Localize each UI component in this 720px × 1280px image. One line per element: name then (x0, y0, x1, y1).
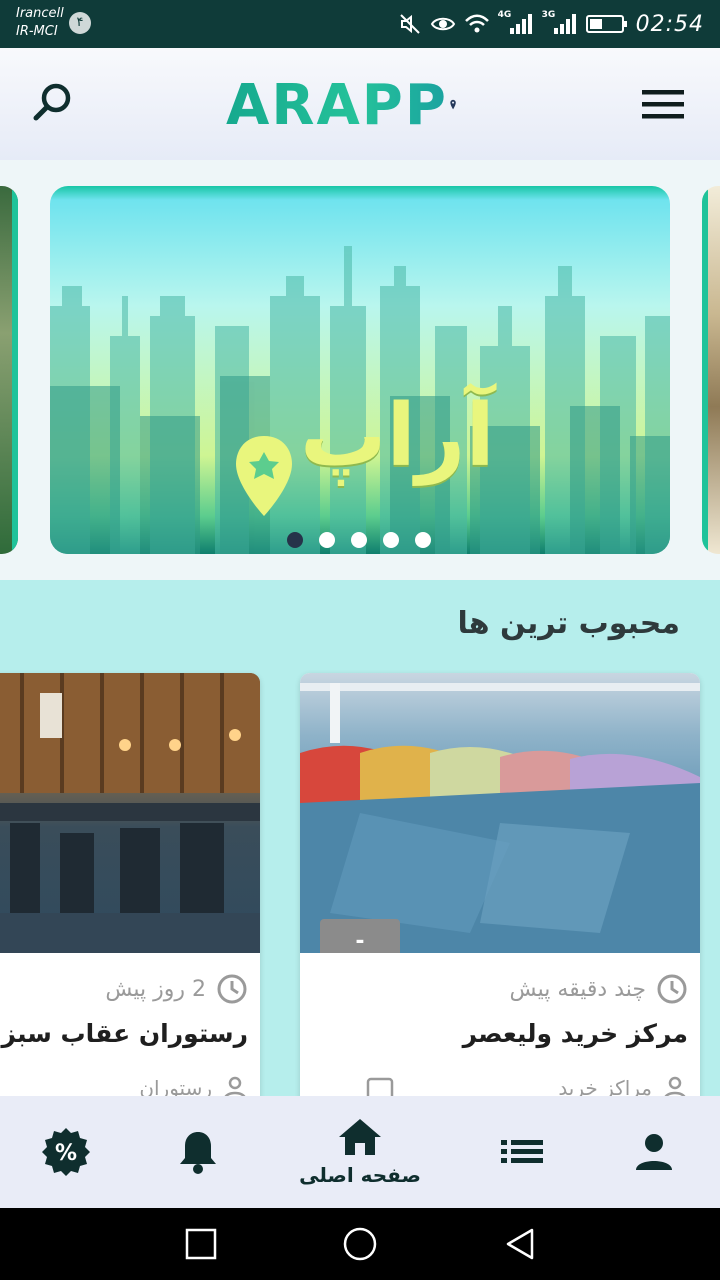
carousel-dot[interactable] (351, 532, 367, 548)
eye-icon (430, 17, 455, 31)
bottom-navigation: % صفحه اصلی (0, 1096, 720, 1208)
battery-icon (585, 15, 627, 33)
carrier-line-2: IR-MCI (16, 24, 58, 39)
notification-count-badge: ۴ (69, 12, 91, 34)
nav-discounts[interactable]: % (26, 1096, 106, 1208)
carousel-indicators (287, 532, 431, 548)
card-time: 2 روز پیش (105, 973, 248, 1005)
nav-list[interactable] (482, 1096, 562, 1208)
person-icon (636, 1134, 672, 1170)
clock-icon (657, 974, 687, 1004)
signal-bars-icon (553, 14, 576, 34)
system-navigation-bar (0, 1208, 720, 1280)
carousel-dot[interactable] (287, 532, 303, 548)
svg-text:%: % (55, 1141, 77, 1166)
home-system-button[interactable] (342, 1226, 378, 1262)
signal-bars-icon (509, 14, 532, 34)
logo-text: ARAPP (226, 72, 448, 138)
discount-badge: - (320, 919, 400, 953)
carrier-name: Irancell IR-MCI (16, 5, 64, 41)
carousel-dot[interactable] (319, 532, 335, 548)
section-title: محبوب ترین ها (457, 606, 680, 641)
card-image (0, 673, 260, 953)
app-bar: ARAPP (0, 48, 720, 160)
card-title: مرکز خرید ولیعصر (462, 1019, 688, 1048)
city-skyline-illustration (50, 246, 670, 554)
banner-carousel[interactable]: آراپ (0, 160, 720, 580)
back-button[interactable] (504, 1226, 536, 1262)
map-pin-icon (450, 99, 456, 110)
carousel-slide-previous[interactable] (0, 186, 18, 554)
clock-icon (217, 974, 247, 1004)
bell-icon (180, 1132, 216, 1174)
popular-section: محبوب ترین ها - چند دقیقه پیش مرکز خرید … (0, 580, 720, 1100)
carrier-line-1: Irancell (16, 6, 64, 21)
carousel-dot[interactable] (415, 532, 431, 548)
restaurant-interior-illustration (0, 673, 260, 953)
list-icon (501, 1140, 543, 1163)
place-card[interactable]: 2 روز پیش رستوران عقاب سبز رستوران (0, 673, 260, 1100)
place-card[interactable]: - چند دقیقه پیش مرکز خرید ولیعصر مراکز خ… (300, 673, 700, 1100)
nav-notifications[interactable] (158, 1096, 238, 1208)
banner-title: آراپ (300, 386, 495, 486)
carousel-slide-next[interactable] (702, 186, 720, 554)
carousel-slide-current[interactable]: آراپ (50, 186, 670, 554)
clock: 02:54 (635, 11, 704, 37)
signal-3g: 3G (542, 10, 578, 36)
card-time-text: چند دقیقه پیش (509, 976, 646, 1002)
mute-icon (399, 14, 420, 34)
discount-badge-icon: % (42, 1128, 90, 1176)
status-icons: 4G 3G 02:54 (398, 8, 704, 40)
nav-home-label: صفحه اصلی (299, 1163, 421, 1187)
card-time-text: 2 روز پیش (105, 976, 206, 1002)
recent-apps-button[interactable] (184, 1226, 218, 1262)
nav-home[interactable]: صفحه اصلی (290, 1096, 430, 1208)
home-icon (339, 1119, 381, 1155)
carousel-dot[interactable] (383, 532, 399, 548)
status-bar: Irancell IR-MCI ۴ 4G 3G 02:54 (0, 0, 720, 48)
search-button[interactable] (28, 78, 80, 130)
app-logo: ARAPP (226, 70, 456, 140)
card-image: - (300, 673, 700, 953)
signal-4g: 4G (498, 10, 534, 36)
search-icon (33, 83, 71, 121)
clothes-rack-illustration (300, 683, 700, 953)
menu-button[interactable] (638, 84, 688, 124)
card-time: چند دقیقه پیش (510, 973, 688, 1005)
card-title: رستوران عقاب سبز (1, 1019, 248, 1048)
nav-profile[interactable] (614, 1096, 694, 1208)
wifi-icon (464, 14, 489, 33)
hamburger-menu-icon (642, 90, 684, 119)
